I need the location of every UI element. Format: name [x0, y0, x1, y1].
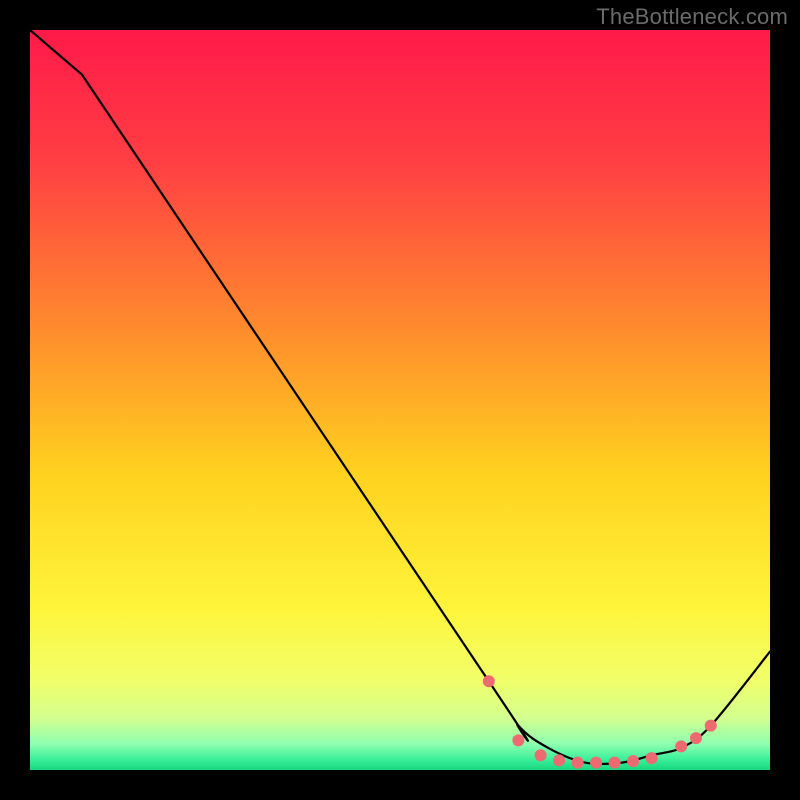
curve-marker	[609, 757, 621, 769]
plot-background	[30, 30, 770, 770]
curve-marker	[535, 749, 547, 761]
curve-marker	[553, 754, 565, 766]
curve-marker	[705, 720, 717, 732]
curve-marker	[646, 752, 658, 764]
curve-marker	[572, 757, 584, 769]
curve-marker	[690, 732, 702, 744]
chart-svg	[0, 0, 800, 800]
curve-marker	[590, 757, 602, 769]
curve-marker	[483, 675, 495, 687]
curve-marker	[675, 740, 687, 752]
curve-marker	[627, 755, 639, 767]
chart-stage: TheBottleneck.com	[0, 0, 800, 800]
curve-marker	[512, 734, 524, 746]
